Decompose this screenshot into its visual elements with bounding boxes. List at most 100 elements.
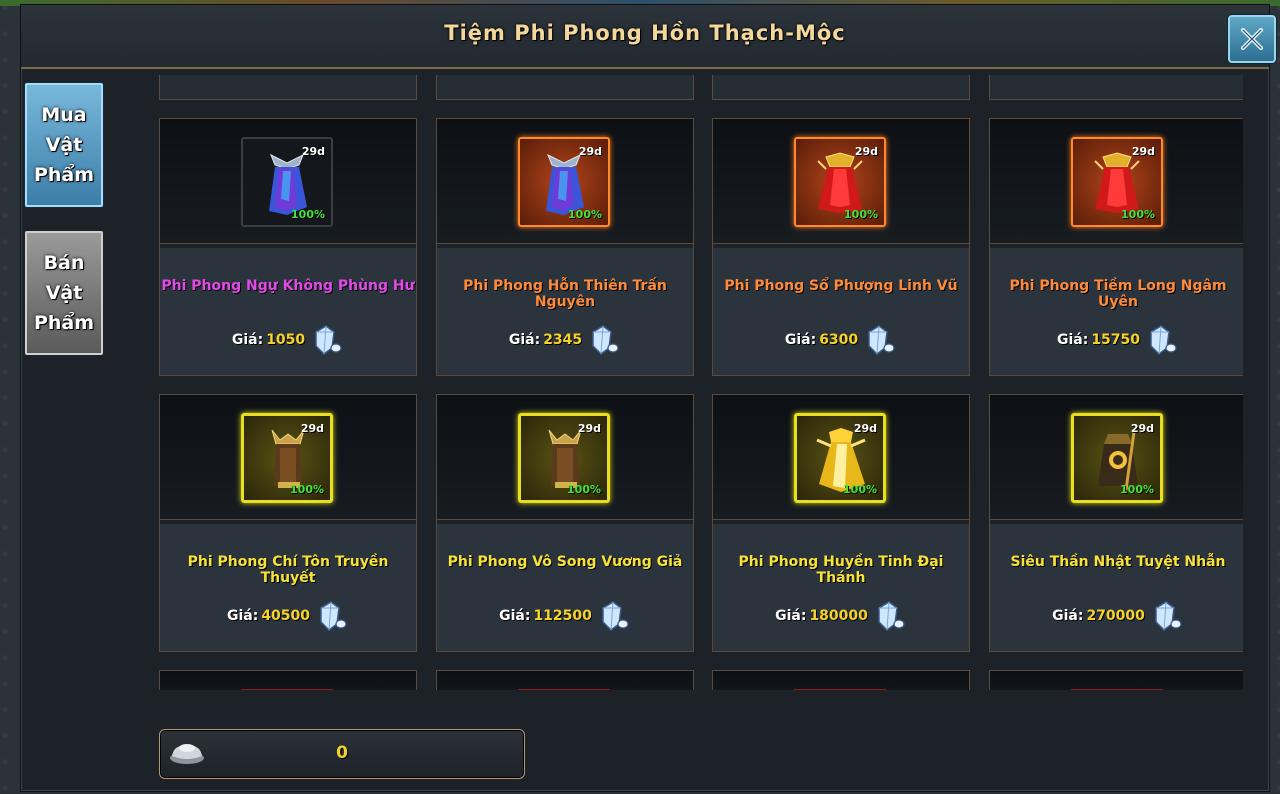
item-grid[interactable]: 29d 100% Phi Phong Ngự Không Phùng Hư Giá: 1… (159, 75, 1243, 690)
tab-buy-line: Phẩm (33, 164, 95, 186)
item-info: Phi Phong Tiềm Long Ngâm Uyên Giá: 15750 (990, 248, 1243, 375)
tab-sell-line: Bán (43, 252, 85, 274)
item-info: Phi Phong Sổ Phượng Linh Vũ Giá: 6300 (713, 248, 969, 375)
tab-sell-line: Phẩm (33, 312, 95, 334)
item-price: 15750 (1091, 332, 1141, 348)
item-durability: 100% (1121, 208, 1155, 221)
item-price: 40500 (261, 608, 311, 624)
price-row: Giá: 180000 (713, 598, 969, 634)
item-icon-zone: 29d 100% (990, 395, 1243, 520)
price-row: Giá: 40500 (160, 598, 416, 634)
item-price: 2345 (543, 332, 583, 348)
price-row: Giá: 112500 (437, 598, 693, 634)
title-bar: Tiệm Phi Phong Hồn Thạch-Mộc (21, 5, 1269, 69)
currency-display: 0 (159, 729, 525, 779)
item-icon-zone: 29d 100% (437, 119, 693, 244)
price-label: Giá: (231, 332, 264, 348)
item-icon[interactable]: 29d 100% (794, 413, 886, 503)
item-duration: 29d (577, 422, 601, 435)
partial-item-card[interactable] (159, 670, 417, 690)
item-card[interactable]: 29d 100% Phi Phong Chí Tôn Truyền Thuyết Gi… (159, 394, 417, 652)
tab-sell-items[interactable]: Bán Vật Phẩm (25, 231, 103, 355)
item-icon-zone: 29d 100% (160, 119, 416, 244)
item-duration: 29d (854, 145, 878, 158)
price-label: Giá: (784, 332, 817, 348)
item-icon[interactable]: 29d 100% (241, 413, 333, 503)
partial-item-frame (518, 689, 610, 690)
price-label: Giá: (1056, 332, 1089, 348)
item-icon-zone: 29d 100% (437, 395, 693, 520)
partial-item-card[interactable] (989, 670, 1243, 690)
partial-item-card[interactable] (436, 75, 694, 100)
partial-item-frame (1071, 689, 1163, 690)
shop-window: Tiệm Phi Phong Hồn Thạch-Mộc Mua Vật Phẩ… (20, 4, 1276, 792)
partial-item-frame (241, 689, 333, 690)
item-name: Phi Phong Chí Tôn Truyền Thuyết (187, 554, 389, 586)
item-info: Siêu Thần Nhật Tuyệt Nhẫn Giá: 270000 (990, 524, 1243, 651)
partial-item-frame (794, 689, 886, 690)
price-row: Giá: 1050 (160, 322, 416, 358)
item-icon[interactable]: 29d 100% (518, 137, 610, 227)
price-row: Giá: 15750 (990, 322, 1243, 358)
price-label: Giá: (226, 608, 259, 624)
tab-buy-items[interactable]: Mua Vật Phẩm (25, 83, 103, 207)
item-card[interactable]: 29d 100% Phi Phong Huyền Tinh Đại Thánh Giá… (712, 394, 970, 652)
item-durability: 100% (567, 483, 601, 496)
crystal-currency-icon (320, 601, 347, 631)
crystal-currency-icon (602, 601, 629, 631)
item-price: 180000 (809, 608, 868, 624)
currency-amount: 0 (336, 743, 348, 763)
tab-buy-line: Vật (45, 134, 83, 156)
item-icon[interactable]: 29d 100% (241, 137, 333, 227)
crystal-currency-icon (592, 325, 619, 355)
item-duration: 29d (301, 145, 325, 158)
item-icon[interactable]: 29d 100% (1071, 137, 1163, 227)
item-durability: 100% (1120, 483, 1154, 496)
item-icon[interactable]: 29d 100% (794, 137, 886, 227)
item-info: Phi Phong Vô Song Vương Giả Giá: 112500 (437, 524, 693, 651)
item-icon-zone: 29d 100% (713, 119, 969, 244)
close-button[interactable] (1228, 15, 1276, 63)
item-duration: 29d (578, 145, 602, 158)
price-label: Giá: (508, 332, 541, 348)
item-name: Phi Phong Hỗn Thiên Trấn Nguyên (463, 278, 667, 310)
item-durability: 100% (290, 483, 324, 496)
item-card[interactable]: 29d 100% Phi Phong Ngự Không Phùng Hư Giá: 1… (159, 118, 417, 376)
item-name: Phi Phong Sổ Phượng Linh Vũ (724, 278, 958, 294)
item-durability: 100% (843, 483, 877, 496)
item-card[interactable]: 29d 100% Phi Phong Tiềm Long Ngâm Uyên Giá:… (989, 118, 1243, 376)
item-card[interactable]: 29d 100% Phi Phong Sổ Phượng Linh Vũ Giá: 63… (712, 118, 970, 376)
item-price: 1050 (266, 332, 306, 348)
item-icon-zone: 29d 100% (160, 395, 416, 520)
partial-item-card[interactable] (712, 670, 970, 690)
item-card[interactable]: 29d 100% Phi Phong Vô Song Vương Giả Giá: 11… (436, 394, 694, 652)
item-info: Phi Phong Huyền Tinh Đại Thánh Giá: 180000 (713, 524, 969, 651)
item-duration: 29d (1131, 145, 1155, 158)
item-name: Phi Phong Ngự Không Phùng Hư (161, 278, 415, 294)
item-name: Phi Phong Vô Song Vương Giả (447, 554, 683, 570)
price-row: Giá: 270000 (990, 598, 1243, 634)
price-row: Giá: 6300 (713, 322, 969, 358)
tab-buy-line: Mua (41, 104, 87, 126)
tab-sell-line: Vật (45, 282, 83, 304)
partial-item-card[interactable] (712, 75, 970, 100)
price-row: Giá: 2345 (437, 322, 693, 358)
item-name: Siêu Thần Nhật Tuyệt Nhẫn (1010, 554, 1226, 570)
item-icon[interactable]: 29d 100% (518, 413, 610, 503)
item-card[interactable]: 29d 100% Phi Phong Hỗn Thiên Trấn Nguyên Gi… (436, 118, 694, 376)
item-durability: 100% (844, 208, 878, 221)
price-label: Giá: (1052, 608, 1084, 624)
partial-item-card[interactable] (159, 75, 417, 100)
crystal-currency-icon (315, 325, 342, 355)
crystal-currency-icon (1155, 601, 1182, 631)
item-info: Phi Phong Hỗn Thiên Trấn Nguyên Giá: 2345 (437, 248, 693, 375)
item-price: 270000 (1086, 608, 1145, 624)
item-icon-zone: 29d 100% (990, 119, 1243, 244)
close-icon (1241, 28, 1263, 50)
item-card[interactable]: 29d 100% Siêu Thần Nhật Tuyệt Nhẫn Giá: 2700… (989, 394, 1243, 652)
item-info: Phi Phong Ngự Không Phùng Hư Giá: 1050 (160, 248, 416, 375)
partial-item-card[interactable] (436, 670, 694, 690)
item-icon[interactable]: 29d 100% (1071, 413, 1163, 503)
item-icon-zone: 29d 100% (713, 395, 969, 520)
partial-item-card[interactable] (989, 75, 1243, 100)
